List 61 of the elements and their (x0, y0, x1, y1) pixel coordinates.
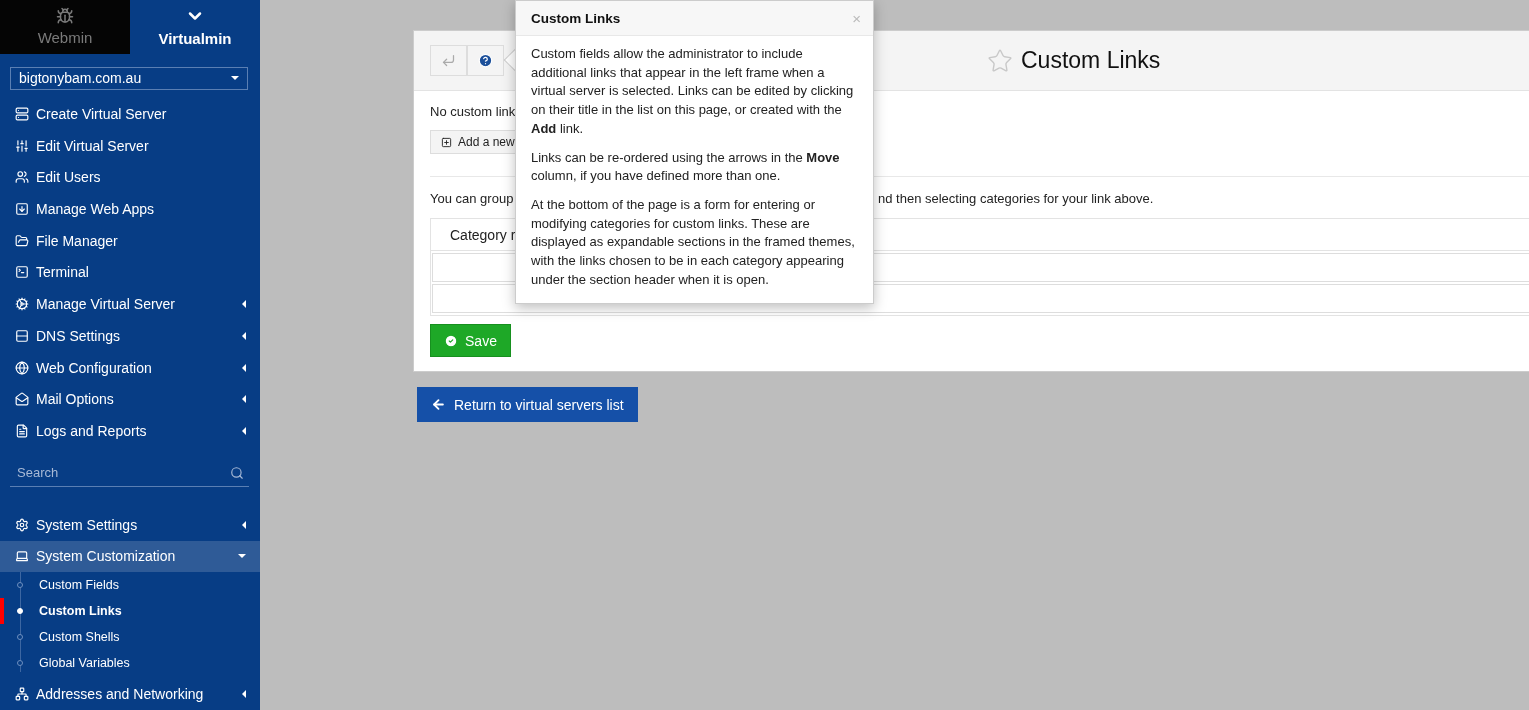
search-icon (230, 465, 244, 480)
menu-item[interactable]: Edit Virtual Server (0, 129, 260, 162)
download-box-icon (15, 202, 29, 216)
settings-icon (15, 517, 29, 532)
server-rows-icon (15, 328, 29, 343)
caret-icon (231, 76, 239, 81)
menu-item[interactable]: System Settings (0, 508, 260, 541)
help-text: nd then selecting categories for your link above. (878, 191, 1154, 206)
help-text: You can group (430, 191, 514, 206)
globe-icon (15, 360, 29, 375)
menu-item[interactable]: File Manager (0, 224, 260, 257)
network-icon (15, 687, 29, 702)
menu-item[interactable]: System Customization (0, 540, 260, 573)
menu-item[interactable]: Terminal (0, 256, 260, 289)
envelope-icon (15, 392, 29, 407)
menu-item[interactable]: Mail Options (0, 383, 260, 416)
plus-box-icon (441, 136, 452, 148)
star-icon[interactable] (987, 47, 1013, 74)
menu-item[interactable]: Edit Users (0, 161, 260, 194)
check-circle-icon (444, 333, 459, 348)
folder-icon (15, 233, 29, 248)
help-button[interactable] (467, 45, 504, 76)
help-paragraph: Links can be re-ordered using the arrows in the Move column, if you have defined more than one. (531, 148, 841, 186)
document-icon (15, 424, 29, 438)
bug-icon (56, 7, 74, 26)
menu-item[interactable]: Logs and Reports (0, 415, 260, 447)
menu-item[interactable]: Create Virtual Server (0, 97, 260, 130)
return-arrow-icon (441, 53, 456, 68)
submenu-item[interactable]: Custom Shells (0, 624, 260, 651)
caret-icon (242, 331, 246, 340)
help-paragraph: At the bottom of the page is a form for entering or modifying categories for custom links. These are displayed as expandable sections in the framed themes, with the links chosen to be in each category appearing under the section header when it is open. (531, 195, 856, 289)
submenu-item[interactable]: Global Variables (0, 650, 260, 677)
caret-icon (242, 395, 246, 404)
menu-item[interactable]: Web Configuration (0, 351, 260, 384)
laptop-icon (15, 549, 29, 564)
sliders-icon (15, 138, 29, 153)
terminal-icon (15, 265, 29, 280)
caret-icon (238, 554, 246, 559)
help-icon (478, 53, 493, 68)
menu-item[interactable]: DNS Settings (0, 320, 260, 352)
search-field[interactable]: Search (15, 464, 230, 482)
menu-item[interactable]: Addresses and Networking (0, 678, 260, 710)
caret-icon (242, 427, 246, 435)
caret-icon (242, 300, 246, 309)
return-button[interactable]: Return to virtual servers list (417, 387, 638, 422)
caret-icon (242, 690, 246, 699)
page-title: Custom Links (1021, 47, 1161, 74)
menu-item[interactable]: Manage Virtual Server (0, 288, 260, 320)
empty-message: No custom link (430, 104, 516, 119)
server-icon (15, 106, 29, 121)
submenu-item[interactable]: Custom Fields (0, 572, 260, 599)
users-icon (15, 170, 29, 185)
menu-item[interactable]: Manage Web Apps (0, 193, 260, 225)
caret-icon (242, 363, 246, 372)
gears-icon (15, 297, 29, 312)
popover-title: Custom Links (531, 10, 621, 26)
domain-select[interactable]: bigtonybam.com.au (10, 66, 248, 90)
help-paragraph: Custom fields allow the administrator to include additional links that appear in the left frame when a virtual server is selected. Links can be edited by clicking on their title in the list on this page, or created with the Add link. (531, 45, 855, 138)
caret-icon (242, 520, 246, 529)
submenu-item[interactable]: Custom Links (0, 598, 260, 625)
product-tab[interactable]: Webmin (0, 0, 130, 54)
